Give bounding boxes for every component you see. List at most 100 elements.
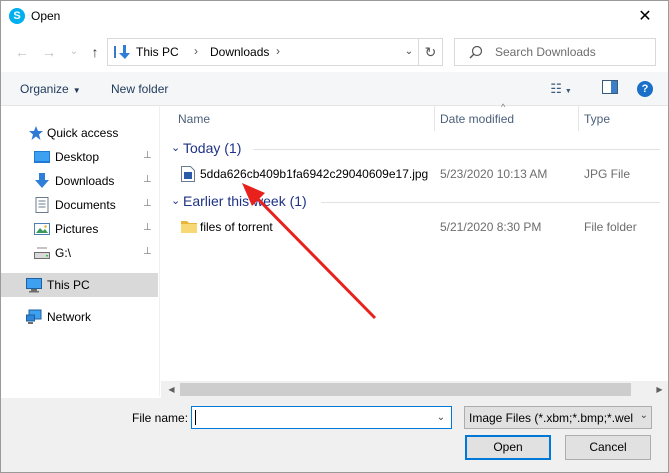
- downloads-arrow-icon: [114, 45, 130, 59]
- open-button[interactable]: Open: [465, 435, 551, 460]
- pin-icon[interactable]: ⊥: [143, 198, 152, 209]
- sidebar-item-quick-access[interactable]: Quick access: [1, 121, 158, 145]
- address-dropdown-button[interactable]: ⌄: [398, 39, 420, 65]
- sidebar-item-network[interactable]: Network: [1, 305, 158, 329]
- title-bar: S Open ✕: [1, 1, 668, 32]
- file-type-filter-value: Image Files (*.xbm;*.bmp;*.wel: [469, 411, 634, 425]
- sidebar-item-documents[interactable]: Documents ⊥: [1, 193, 158, 217]
- command-toolbar: Organize ▼ New folder ☷ ▼ ?: [1, 72, 668, 106]
- window-title: Open: [31, 9, 61, 23]
- sidebar-item-label: G:\: [55, 246, 72, 260]
- refresh-button[interactable]: ↻: [418, 39, 442, 65]
- pin-icon[interactable]: ⊥: [143, 174, 152, 185]
- forward-button[interactable]: →: [40, 43, 58, 61]
- search-icon: [469, 45, 483, 59]
- help-button[interactable]: ?: [637, 81, 653, 97]
- change-view-button[interactable]: ☷ ▼: [546, 80, 576, 98]
- sidebar-item-label: This PC: [47, 278, 90, 292]
- file-date: 5/23/2020 10:13 AM: [440, 167, 548, 181]
- breadcrumb-separator[interactable]: ›: [194, 44, 198, 58]
- sidebar-item-this-pc[interactable]: This PC: [1, 273, 158, 297]
- file-row[interactable]: 5dda626cb409b1fa6942c29040609e17.jpg 5/2…: [161, 163, 668, 185]
- caret-down-icon: ▼: [72, 86, 81, 95]
- breadcrumb-separator[interactable]: ›: [276, 44, 280, 58]
- pin-icon[interactable]: ⊥: [143, 150, 152, 161]
- open-dialog: S Open ✕ ← → ⌄ ↑ This PC › Downloads › ⌄…: [0, 0, 669, 473]
- sidebar-item-pictures[interactable]: Pictures ⊥: [1, 217, 158, 241]
- breadcrumb-this-pc[interactable]: This PC: [136, 45, 179, 59]
- file-row[interactable]: files of torrent 5/21/2020 8:30 PM File …: [161, 216, 668, 238]
- up-button[interactable]: ↑: [86, 43, 104, 61]
- preview-pane-icon: [602, 80, 618, 94]
- file-name-combobox[interactable]: ⌄: [191, 406, 452, 429]
- bottom-panel: File name: ⌄ Image Files (*.xbm;*.bmp;*.…: [1, 398, 668, 472]
- caret-down-icon: ▼: [564, 88, 572, 95]
- star-icon: [29, 126, 43, 140]
- new-folder-button[interactable]: New folder: [111, 82, 168, 96]
- sidebar-item-label: Desktop: [55, 150, 100, 164]
- file-type: JPG File: [584, 167, 631, 181]
- back-button[interactable]: ←: [13, 43, 31, 61]
- folder-icon: [181, 221, 197, 233]
- desktop-icon: [34, 151, 50, 163]
- sidebar-item-label: Downloads: [55, 174, 115, 188]
- organize-button[interactable]: Organize ▼: [20, 82, 81, 96]
- group-header-earlier-this-week[interactable]: ⌄ Earlier this week (1): [161, 191, 668, 213]
- sidebar-item-label: Network: [47, 310, 92, 324]
- column-header-type[interactable]: Type: [584, 106, 610, 131]
- sidebar-item-g-drive[interactable]: G:\ ⊥: [1, 241, 158, 265]
- computer-icon: [26, 278, 42, 293]
- column-divider[interactable]: [578, 106, 579, 131]
- sidebar-item-label: Documents: [55, 198, 116, 212]
- sidebar-item-downloads[interactable]: Downloads ⊥: [1, 169, 158, 193]
- scroll-left-button[interactable]: ◀: [163, 381, 180, 398]
- recent-locations-button[interactable]: ⌄: [65, 43, 83, 61]
- pictures-icon: [34, 223, 50, 235]
- close-button[interactable]: ✕: [622, 1, 668, 32]
- document-icon: [35, 197, 49, 213]
- folder-date: 5/21/2020 8:30 PM: [440, 220, 542, 234]
- sidebar-item-label: Quick access: [47, 126, 119, 140]
- group-header-today[interactable]: ⌄ Today (1): [161, 138, 668, 160]
- file-list: Name Date modified ^ Type ⌄ Today (1) 5d…: [161, 102, 668, 381]
- navigation-pane: Quick access Desktop ⊥ Downloads ⊥ Docum…: [1, 106, 160, 396]
- chevron-down-icon[interactable]: ⌄: [171, 194, 180, 207]
- scroll-right-button[interactable]: ▶: [651, 381, 668, 398]
- group-label: Today (1): [183, 140, 242, 156]
- pin-icon[interactable]: ⊥: [143, 222, 152, 233]
- sort-indicator-icon: ^: [501, 102, 506, 112]
- drive-icon: [34, 247, 50, 259]
- image-file-icon: [181, 166, 195, 182]
- file-name[interactable]: 5dda626cb409b1fa6942c29040609e17.jpg: [200, 167, 428, 181]
- column-header-name[interactable]: Name: [178, 106, 210, 131]
- skype-icon: S: [9, 8, 25, 24]
- file-name-label: File name:: [132, 411, 189, 425]
- file-name-input[interactable]: [194, 409, 426, 426]
- download-icon: [35, 173, 49, 188]
- sidebar-item-desktop[interactable]: Desktop ⊥: [1, 145, 158, 169]
- address-bar[interactable]: This PC › Downloads › ⌄ ↻: [107, 38, 443, 66]
- group-divider: [321, 202, 660, 203]
- preview-pane-button[interactable]: [601, 80, 619, 98]
- search-input[interactable]: [495, 43, 645, 61]
- breadcrumb-downloads[interactable]: Downloads: [210, 45, 269, 59]
- group-label: Earlier this week (1): [183, 193, 307, 209]
- search-box[interactable]: [454, 38, 656, 66]
- network-icon: [26, 309, 42, 324]
- chevron-down-icon[interactable]: ⌄: [433, 410, 449, 426]
- navigation-bar: ← → ⌄ ↑ This PC › Downloads › ⌄ ↻: [1, 32, 668, 72]
- horizontal-scrollbar[interactable]: ◀ ▶: [161, 381, 668, 398]
- column-divider[interactable]: [434, 106, 435, 131]
- organize-label: Organize: [20, 82, 69, 96]
- pin-icon[interactable]: ⊥: [143, 246, 152, 257]
- group-divider: [253, 149, 660, 150]
- scrollbar-thumb[interactable]: [180, 383, 631, 396]
- chevron-down-icon: ⌄: [639, 410, 648, 421]
- folder-type: File folder: [584, 220, 637, 234]
- folder-name[interactable]: files of torrent: [200, 220, 273, 234]
- sidebar-item-label: Pictures: [55, 222, 99, 236]
- cancel-button[interactable]: Cancel: [565, 435, 651, 460]
- view-list-icon: ☷: [550, 81, 562, 96]
- chevron-down-icon[interactable]: ⌄: [171, 141, 180, 154]
- file-type-filter-select[interactable]: Image Files (*.xbm;*.bmp;*.wel ⌄: [464, 406, 652, 429]
